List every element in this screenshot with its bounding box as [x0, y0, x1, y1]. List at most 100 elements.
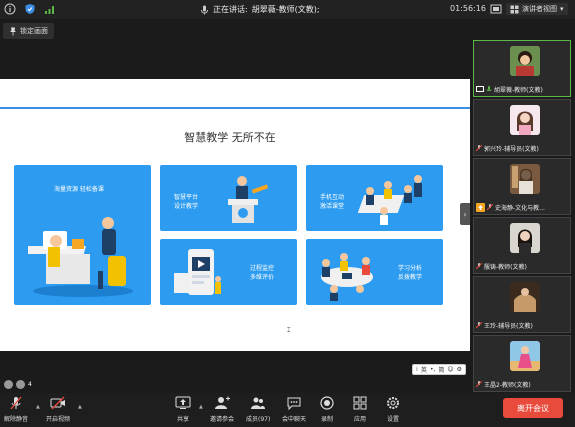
leave-meeting-button[interactable]: 离开会议: [503, 398, 563, 418]
members-button[interactable]: 成员(97): [246, 395, 270, 423]
grid-icon: [510, 5, 519, 13]
chat-icon: [287, 397, 301, 411]
shield-icon[interactable]: [24, 3, 36, 15]
signal-icon: [44, 3, 56, 15]
ime-toolbar[interactable]: ⁞ 英 •, 简 ☺ ⚙: [412, 364, 467, 375]
participant-tile[interactable]: 史海静-文化与教...: [473, 158, 571, 215]
top-left-icons: [4, 3, 56, 15]
chevron-down-icon: ▾: [560, 5, 564, 13]
card-monitoring-line2: 多维评价: [250, 274, 275, 281]
mic-muted-icon: [476, 381, 482, 388]
ime-english-toggle[interactable]: 英: [421, 365, 427, 374]
mouse-cursor-icon: ⌶: [287, 327, 291, 334]
avatar: [510, 46, 540, 76]
invite-label: 邀请参会: [210, 416, 235, 423]
video-gallery-panel: 胡翠薇-教师(文教) 郭兴玲-辅导员(文教) 史海静-文化与教... 殷铸-教师…: [470, 19, 575, 393]
ime-punctuation-icon[interactable]: •,: [430, 366, 435, 373]
bottom-toolbar: 解除静音 ▲ 开启视频 ▲ 共享 ▲ 邀请参会 成员(97) 会中聊天 录制 应…: [0, 393, 575, 427]
avatar: [510, 105, 540, 135]
mic-muted-icon: [476, 145, 482, 152]
participant-name: 史海静-文化与教...: [476, 203, 545, 212]
settings-button[interactable]: 设置: [385, 395, 401, 423]
card-analysis: 学习分析 反拨教学: [306, 239, 443, 305]
participant-name-text: 史海静-文化与教...: [495, 205, 545, 212]
speaker-name: 胡翠薇-教师(文教);: [251, 5, 320, 14]
record-button[interactable]: 录制: [319, 395, 335, 423]
share-button[interactable]: 共享: [175, 395, 191, 423]
teacher-desk-illustration: [28, 217, 133, 297]
phone-video-illustration: [174, 249, 221, 295]
unmute-button[interactable]: 解除静音: [4, 395, 28, 423]
apps-button[interactable]: 应用: [352, 395, 368, 423]
record-icon: [320, 396, 334, 410]
top-right-controls: 演讲者视图 ▾: [490, 3, 568, 15]
layout-icon[interactable]: [490, 3, 502, 15]
speaking-indicator: 正在讲话: 胡翠薇-教师(文教);: [200, 4, 320, 15]
lock-screen-label: 锁定画面: [20, 27, 48, 35]
avatar: [510, 223, 540, 253]
chat-button[interactable]: 会中聊天: [282, 395, 306, 423]
share-options-chevron-icon[interactable]: ▲: [199, 404, 203, 410]
lock-screen-button[interactable]: 锁定画面: [3, 23, 54, 39]
participant-tile[interactable]: 郭兴玲-辅导员(文教): [473, 99, 571, 156]
participant-tile[interactable]: 王晶2-教师(文教): [473, 335, 571, 392]
participant-name-text: 胡翠薇-教师(文教): [494, 87, 543, 94]
chevron-right-icon: ›: [463, 209, 467, 219]
ime-settings-icon[interactable]: ⚙: [457, 366, 462, 373]
card-monitoring-line1: 过程监控: [250, 265, 275, 272]
participant-tile[interactable]: 王玲-辅导员(文教): [473, 276, 571, 333]
meeting-window: 正在讲话: 胡翠薇-教师(文教); 01:56:16 演讲者视图 ▾ 锁定画面 …: [0, 0, 575, 427]
view-switch-label: 演讲者视图: [522, 5, 557, 13]
pin-icon: [10, 27, 16, 35]
participant-tile[interactable]: 胡翠薇-教师(文教): [473, 40, 571, 97]
top-bar: 正在讲话: 胡翠薇-教师(文教); 01:56:16 演讲者视图 ▾: [0, 0, 575, 19]
avatar: [510, 341, 540, 371]
participant-name-text: 王晶2-教师(文教): [484, 382, 531, 389]
participant-name: 王玲-辅导员(文教): [476, 321, 533, 330]
mic-muted-icon: [476, 263, 482, 270]
apps-label: 应用: [353, 416, 366, 423]
card-resources-text: 海量资源 轻松备课: [54, 186, 104, 193]
slide-header-line: [0, 107, 470, 109]
speaking-prefix: 正在讲话:: [213, 5, 248, 14]
slide-title: 智慧教学 无所不在: [184, 131, 276, 144]
start-video-label: 开启视频: [46, 416, 71, 423]
card-analysis-line2: 反拨教学: [398, 274, 423, 281]
mic-muted-icon: [476, 322, 482, 329]
ime-emoji-icon[interactable]: ☺: [447, 366, 453, 373]
settings-label: 设置: [386, 416, 399, 423]
participant-name: 殷铸-教师(文教): [476, 262, 527, 271]
video-options-chevron-icon[interactable]: ▲: [78, 404, 82, 410]
card-interaction-line2: 激活课堂: [320, 203, 345, 210]
participant-name-text: 郭兴玲-辅导员(文教): [484, 146, 539, 153]
group-discussion-illustration: [358, 175, 422, 225]
record-label: 录制: [320, 416, 333, 423]
add-user-icon: [215, 396, 230, 409]
participant-name-text: 王玲-辅导员(文教): [484, 323, 533, 330]
chat-label: 会中聊天: [282, 416, 307, 423]
view-switch-button[interactable]: 演讲者视图 ▾: [506, 3, 568, 15]
members-label: 成员(97): [246, 416, 271, 423]
participant-name: 胡翠薇-教师(文教): [476, 85, 543, 94]
card-platform-line2: 设计教学: [174, 203, 199, 210]
info-icon[interactable]: [4, 3, 16, 15]
start-video-button[interactable]: 开启视频: [46, 395, 70, 423]
ime-bar-icon: ⁞: [416, 366, 418, 373]
participant-tile[interactable]: 殷铸-教师(文教): [473, 217, 571, 274]
card-platform-line1: 智慧平台: [174, 194, 199, 201]
invite-button[interactable]: 邀请参会: [210, 395, 234, 423]
screen-share-icon: [476, 86, 484, 92]
card-monitoring: 过程监控 多维评价: [160, 239, 297, 305]
page-prev-icon[interactable]: [4, 380, 13, 389]
card-interaction-line1: 手机互动: [320, 194, 345, 201]
participant-name-text: 殷铸-教师(文教): [484, 264, 527, 271]
mic-active-icon: [486, 86, 492, 92]
ime-simplified-toggle[interactable]: 简: [438, 365, 444, 374]
unmute-label: 解除静音: [4, 416, 29, 423]
meeting-timer: 01:56:16: [450, 4, 486, 13]
camera-off-icon: [50, 396, 65, 410]
page-next-icon[interactable]: [16, 380, 25, 389]
shared-screen: 智慧教学 无所不在 海量资源 轻松备课 智慧平台 设计教学 手机互动 激活课堂 …: [0, 41, 470, 389]
mic-options-chevron-icon[interactable]: ▲: [36, 404, 40, 410]
panel-collapse-handle[interactable]: ›: [460, 203, 470, 225]
